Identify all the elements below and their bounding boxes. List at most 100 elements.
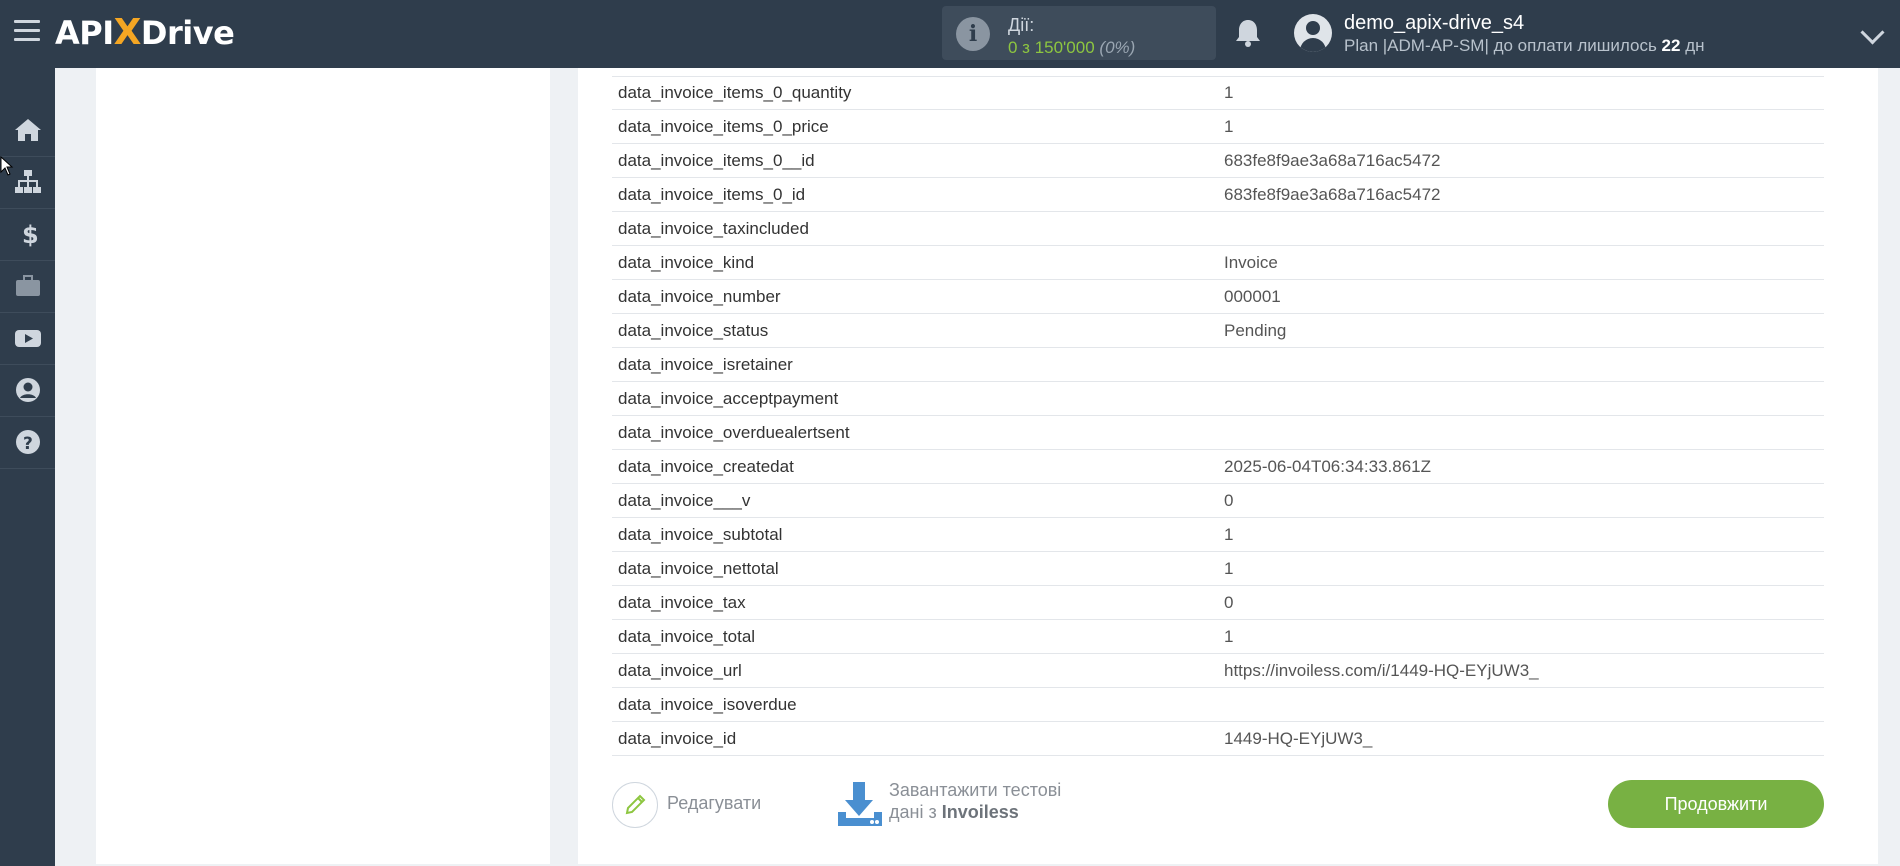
actions-label: Дії: xyxy=(1008,15,1035,35)
home-icon xyxy=(15,119,41,141)
sidebar-item-video[interactable] xyxy=(0,312,55,365)
briefcase-icon xyxy=(16,275,40,296)
field-key: data_invoice___v xyxy=(612,483,1218,518)
avatar[interactable] xyxy=(1294,14,1332,52)
field-key: data_invoice_kind xyxy=(612,245,1218,280)
field-value: 0 xyxy=(1218,585,1824,620)
plan-days-suffix: дн xyxy=(1680,36,1705,55)
load-test-data-line1: Завантажити тестові xyxy=(889,780,1062,800)
field-key: data_invoice_items_0_quantity xyxy=(612,76,1218,110)
table-row: data_invoice_createdat 2025-06-04T06:34:3… xyxy=(612,449,1824,484)
field-key: data_invoice_nettotal xyxy=(612,551,1218,586)
info-icon: i xyxy=(956,17,990,51)
table-row: data_invoice_acceptpayment xyxy=(612,381,1824,416)
table-row: data_invoice_id 1449-HQ-EYjUW3_ xyxy=(612,721,1824,756)
table-row: data_invoice_tax 0 xyxy=(612,585,1824,620)
sidebar-item-billing[interactable]: $ xyxy=(0,208,55,261)
table-row: data_invoice_total 1 xyxy=(612,619,1824,654)
field-key: data_invoice_isretainer xyxy=(612,347,1218,382)
load-test-data-line2: дані з Invoiless xyxy=(889,802,1019,823)
field-key: data_invoice_tax xyxy=(612,585,1218,620)
table-row: data_invoice_items_0_price 1 xyxy=(612,109,1824,144)
field-key: data_invoice_items_0_price xyxy=(612,109,1218,144)
sidebar-item-home[interactable] xyxy=(0,104,55,157)
edit-circle xyxy=(612,782,658,828)
youtube-icon xyxy=(15,330,41,347)
field-value: 1 xyxy=(1218,109,1824,144)
field-key: data_invoice_createdat xyxy=(612,449,1218,484)
left-panel xyxy=(96,68,550,864)
field-key: data_invoice_taxincluded xyxy=(612,211,1218,246)
edit-button[interactable]: Редагувати xyxy=(612,780,772,828)
field-value: Pending xyxy=(1218,313,1824,348)
field-value: 683fe8f9ae3a68a716ac5472 xyxy=(1218,177,1824,212)
table-row: data_invoice_isoverdue xyxy=(612,687,1824,722)
field-key: data_invoice_items_0_id xyxy=(612,177,1218,212)
edit-label: Редагувати xyxy=(667,793,762,813)
actions-count: 0 з 150'000 xyxy=(1008,38,1095,57)
help-icon: ? xyxy=(16,430,40,454)
field-value xyxy=(1218,687,1824,722)
field-value xyxy=(1218,381,1824,416)
field-value xyxy=(1218,347,1824,382)
field-key: data_invoice_id xyxy=(612,721,1218,756)
field-value: 1 xyxy=(1218,76,1824,110)
table-row: data_invoice_taxincluded xyxy=(612,211,1824,246)
plan-info: Plan |ADM-AP-SM| до оплати лишилось 22 д… xyxy=(1344,36,1705,56)
field-value: 1 xyxy=(1218,517,1824,552)
user-circle-icon xyxy=(16,378,40,402)
load-test-data-prefix: дані з xyxy=(889,802,942,822)
actions-counter[interactable]: i Дії: 0 з 150'000 (0%) xyxy=(942,6,1216,60)
field-key: data_invoice_subtotal xyxy=(612,517,1218,552)
sidebar: $ ? xyxy=(0,68,55,866)
table-row: data_invoice_kind Invoice xyxy=(612,245,1824,280)
logo-api-text: API xyxy=(55,14,114,52)
apix-drive-logo[interactable]: APIXDrive xyxy=(55,12,235,53)
table-row: data_invoice_subtotal 1 xyxy=(612,517,1824,552)
table-row: data_invoice_status Pending xyxy=(612,313,1824,348)
field-value: https://invoiless.com/i/1449-HQ-EYjUW3_ xyxy=(1218,653,1824,688)
field-key: data_invoice_overduealertsent xyxy=(612,415,1218,450)
table-row: data_invoice_overduealertsent xyxy=(612,415,1824,450)
top-bar: APIXDrive i Дії: 0 з 150'000 (0%) demo_a… xyxy=(0,0,1900,68)
logo-drive-text: Drive xyxy=(140,14,235,52)
test-data-table: data_invoice_items_0_quantity 1 data_invoi… xyxy=(612,76,1824,756)
table-row: data_invoice_nettotal 1 xyxy=(612,551,1824,586)
field-value: 683fe8f9ae3a68a716ac5472 xyxy=(1218,143,1824,178)
field-value: 1 xyxy=(1218,619,1824,654)
field-key: data_invoice_total xyxy=(612,619,1218,654)
bell-icon[interactable] xyxy=(1234,18,1262,48)
load-test-data-button[interactable]: Завантажити тестові дані з Invoiless xyxy=(836,778,1096,832)
table-row: data_invoice_items_0_id 683fe8f9ae3a68a71… xyxy=(612,177,1824,212)
field-key: data_invoice_isoverdue xyxy=(612,687,1218,722)
field-value: Invoice xyxy=(1218,245,1824,280)
svg-text:$: $ xyxy=(22,221,39,247)
download-icon xyxy=(838,782,882,826)
svg-text:?: ? xyxy=(23,434,33,454)
sidebar-item-help[interactable]: ? xyxy=(0,416,55,469)
table-row: data_invoice___v 0 xyxy=(612,483,1824,518)
field-key: data_invoice_number xyxy=(612,279,1218,314)
table-row: data_invoice_number 000001 xyxy=(612,279,1824,314)
user-name[interactable]: demo_apix-drive_s4 xyxy=(1344,12,1524,35)
field-value: 0 xyxy=(1218,483,1824,518)
dollar-icon: $ xyxy=(22,221,39,247)
sidebar-item-account[interactable] xyxy=(0,364,55,417)
sitemap-icon xyxy=(15,170,41,193)
table-row: data_invoice_url https://invoiless.com/i/… xyxy=(612,653,1824,688)
menu-icon[interactable] xyxy=(14,20,40,44)
plan-days: 22 xyxy=(1661,36,1681,55)
field-value: 2025-06-04T06:34:33.861Z xyxy=(1218,449,1824,484)
table-row: data_invoice_items_0_quantity 1 xyxy=(612,76,1824,110)
field-value xyxy=(1218,211,1824,246)
field-key: data_invoice_acceptpayment xyxy=(612,381,1218,416)
actions-percent: (0%) xyxy=(1099,38,1136,57)
actions-value: 0 з 150'000 (0%) xyxy=(1008,38,1135,58)
mouse-cursor-icon xyxy=(0,156,14,176)
table-row: data_invoice_isretainer xyxy=(612,347,1824,382)
continue-button[interactable]: Продовжити xyxy=(1608,780,1824,828)
sidebar-item-services[interactable] xyxy=(0,260,55,313)
field-key: data_invoice_status xyxy=(612,313,1218,348)
field-value: 1 xyxy=(1218,551,1824,586)
chevron-down-icon[interactable] xyxy=(1860,20,1885,45)
